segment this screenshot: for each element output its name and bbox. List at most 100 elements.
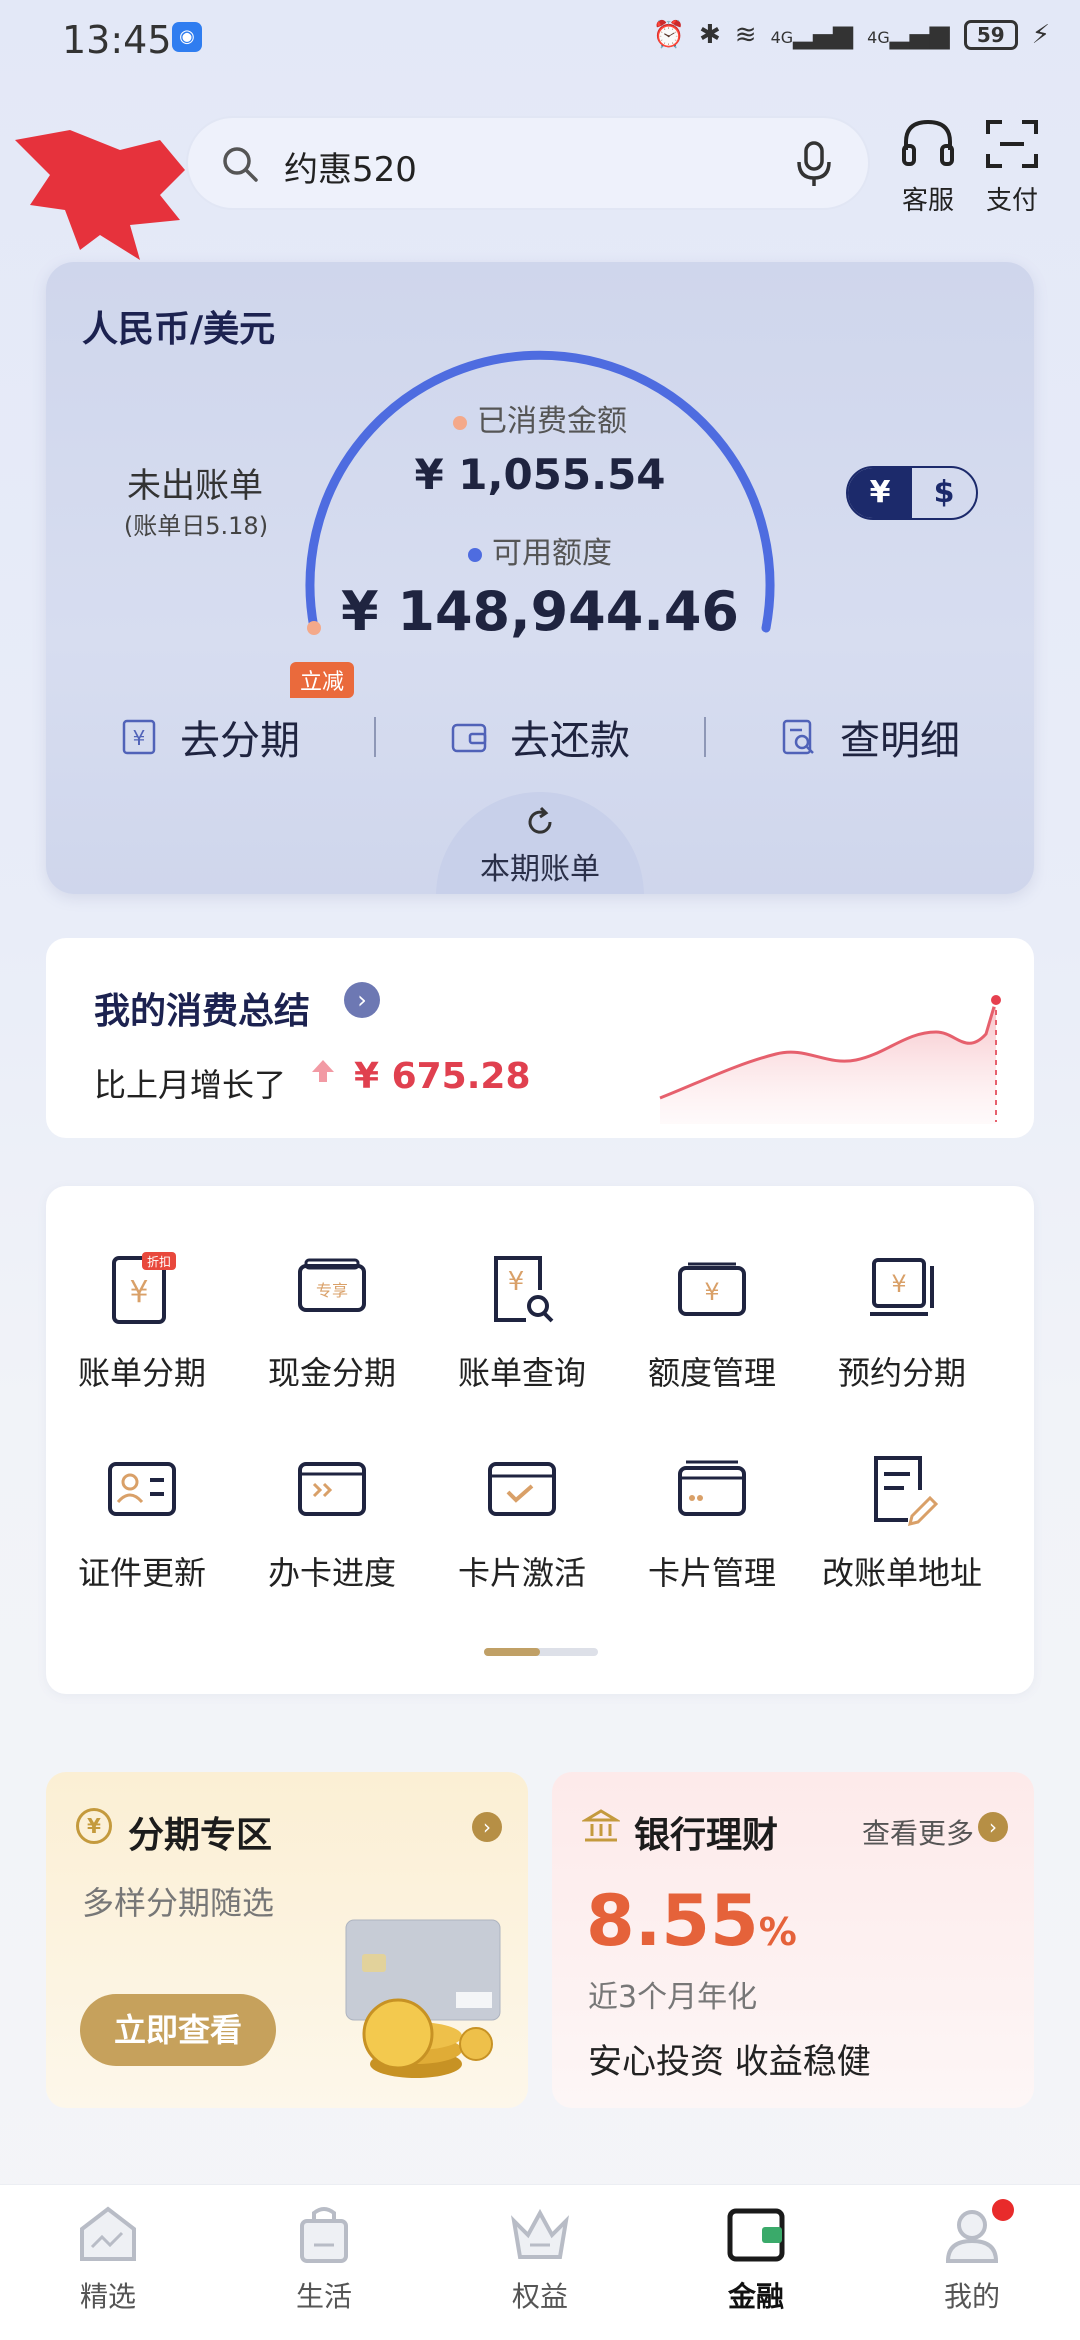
exclusive-badge: 专享: [316, 1281, 348, 1300]
status-icons: ⏰ ✱ ≋ 4G▂▄▆ 4G▂▄▆ 59 ⚡: [653, 20, 1050, 50]
microphone-icon[interactable]: [794, 140, 834, 188]
signal-icon: 4G▂▄▆: [770, 20, 854, 50]
service-label: 现金分期: [267, 1354, 396, 1392]
wealth-management-card[interactable]: 银行理财 查看更多 › 8.55% 近3个月年化 安心投资 收益稳健: [552, 1772, 1034, 2108]
available-dot: [468, 547, 482, 562]
wallet-icon: [451, 723, 487, 753]
nav-label: 我的: [943, 2280, 1000, 2313]
installment-zone-card[interactable]: ¥ 分期专区 › 多样分期随选 立即查看: [46, 1772, 528, 2108]
service-label: 办卡进度: [267, 1554, 396, 1592]
card-manage-button[interactable]: 卡片管理: [618, 1450, 806, 1594]
notification-dot: [992, 2199, 1014, 2221]
svg-text:¥: ¥: [704, 1278, 719, 1306]
repay-label: 去还款: [510, 718, 630, 764]
service-label: 预约分期: [837, 1354, 966, 1392]
nav-life[interactable]: 生活: [216, 2185, 432, 2340]
cash-installment-icon: 专享: [298, 1258, 366, 1312]
limit-management-icon: ¥: [678, 1262, 746, 1316]
cash-installment-button[interactable]: 专享 现金分期: [238, 1250, 426, 1394]
summary-subtitle: 比上月增长了: [94, 1066, 287, 1104]
refresh-icon: [528, 806, 552, 834]
id-update-button[interactable]: 证件更新: [48, 1450, 236, 1594]
card-progress-button[interactable]: 办卡进度: [238, 1450, 426, 1594]
nav-label: 生活: [295, 2280, 352, 2313]
svg-text:¥: ¥: [133, 726, 146, 750]
details-button[interactable]: 查明细: [706, 708, 1034, 766]
limit-management-button[interactable]: ¥ 额度管理: [618, 1250, 806, 1394]
view-more-link[interactable]: 查看更多: [862, 1812, 974, 1852]
bill-installment-icon: ¥ 折扣: [112, 1252, 176, 1324]
wealth-title: 银行理财: [634, 1815, 779, 1856]
service-label: 卡片管理: [647, 1554, 776, 1592]
nav-profile[interactable]: 我的: [864, 2185, 1080, 2340]
card-activate-button[interactable]: 卡片激活: [428, 1450, 616, 1594]
details-label: 查明细: [840, 718, 960, 764]
available-label: 可用额度: [492, 536, 612, 571]
bottom-nav: 精选 生活 权益 金融 我的: [0, 2184, 1080, 2340]
chevron-right-icon[interactable]: ›: [978, 1812, 1008, 1842]
summary-title: 我的消费总结: [94, 991, 311, 1032]
bill-actions: ¥ 去分期 去还款 查明细: [46, 702, 1034, 772]
yuan-icon: ¥: [76, 1808, 112, 1844]
nav-benefits[interactable]: 权益: [432, 2185, 648, 2340]
scheduled-installment-icon: ¥: [870, 1258, 934, 1316]
card-manage-icon: [678, 1460, 746, 1516]
search-bar[interactable]: 约惠520: [186, 116, 870, 210]
spent-label-row: 已消费金额: [46, 396, 1034, 440]
scheduled-installment-button[interactable]: ¥ 预约分期: [808, 1250, 996, 1394]
credit-card-coins-image: [345, 1919, 501, 2078]
services-row-2: 证件更新 办卡进度 卡片激活 卡片管理 改账单地址: [46, 1450, 1034, 1594]
spent-dot: [453, 415, 467, 430]
search-icon: [223, 147, 258, 182]
repay-button[interactable]: 去还款: [376, 708, 704, 766]
rate-period-label: 近3个月年化: [588, 1980, 758, 2015]
bill-card: 人民币/美元 未出账单 (账单日5.18) 已消费金额 ¥ 1,055.54 可…: [46, 262, 1034, 894]
currency-cny-option[interactable]: ¥: [848, 468, 912, 518]
status-time: 13:45: [62, 18, 172, 62]
nav-featured[interactable]: 精选: [0, 2185, 216, 2340]
currency-toggle[interactable]: ¥ $: [846, 466, 978, 520]
bill-query-button[interactable]: ¥ 账单查询: [428, 1250, 616, 1394]
edit-address-button[interactable]: 改账单地址: [808, 1450, 996, 1594]
view-now-button[interactable]: 立即查看: [80, 1994, 276, 2066]
current-period-label: 本期账单: [480, 852, 600, 887]
service-label: 账单查询: [457, 1354, 586, 1392]
grid-page-indicator: [484, 1648, 598, 1656]
details-icon: [782, 719, 814, 755]
chevron-right-icon[interactable]: ›: [344, 982, 380, 1018]
installment-zone-subtitle: 多样分期随选: [82, 1884, 275, 1922]
battery-icon: 59: [963, 20, 1018, 50]
customer-service-button[interactable]: 客服: [888, 116, 968, 217]
chevron-right-icon[interactable]: ›: [472, 1812, 502, 1842]
currency-usd-option[interactable]: $: [912, 468, 976, 518]
life-bag-icon: [300, 2207, 348, 2263]
nav-label: 精选: [79, 2280, 136, 2313]
available-label-row: 可用额度: [46, 528, 1034, 572]
avatar[interactable]: [10, 110, 190, 270]
id-card-icon: [108, 1462, 176, 1516]
installment-button[interactable]: ¥ 去分期: [46, 708, 374, 766]
headset-icon: [902, 119, 954, 166]
spent-label: 已消费金额: [477, 404, 627, 439]
wealth-slogan: 安心投资 收益稳健: [588, 2042, 871, 2082]
card-progress-icon: [298, 1462, 366, 1516]
currency-title: 人民币/美元: [82, 309, 276, 350]
available-amount: ¥ 148,944.46: [341, 580, 739, 643]
grid-page-indicator-thumb: [484, 1648, 540, 1656]
spending-summary-card[interactable]: 我的消费总结 › 比上月增长了 ¥ 675.28: [46, 938, 1034, 1138]
crown-icon: [511, 2208, 569, 2259]
svg-text:¥: ¥: [508, 1267, 525, 1297]
bill-installment-button[interactable]: ¥ 折扣 账单分期: [48, 1250, 236, 1394]
alarm-icon: ⏰: [652, 20, 685, 50]
bill-query-icon: ¥: [494, 1256, 554, 1323]
service-label: 额度管理: [647, 1354, 776, 1392]
charging-icon: ⚡: [1031, 20, 1050, 50]
app-notification-icon: ◉: [172, 22, 202, 52]
discount-tag: 立减: [290, 662, 355, 698]
current-period-bill-tab[interactable]: 本期账单: [436, 792, 644, 894]
nav-finance[interactable]: 金融: [648, 2185, 864, 2340]
installment-icon: ¥: [122, 719, 156, 755]
discount-badge: 折扣: [147, 1254, 171, 1269]
pay-button[interactable]: 支付: [972, 116, 1052, 217]
status-bar: 13:45 ◉ ⏰ ✱ ≋ 4G▂▄▆ 4G▂▄▆ 59 ⚡: [0, 0, 1080, 76]
